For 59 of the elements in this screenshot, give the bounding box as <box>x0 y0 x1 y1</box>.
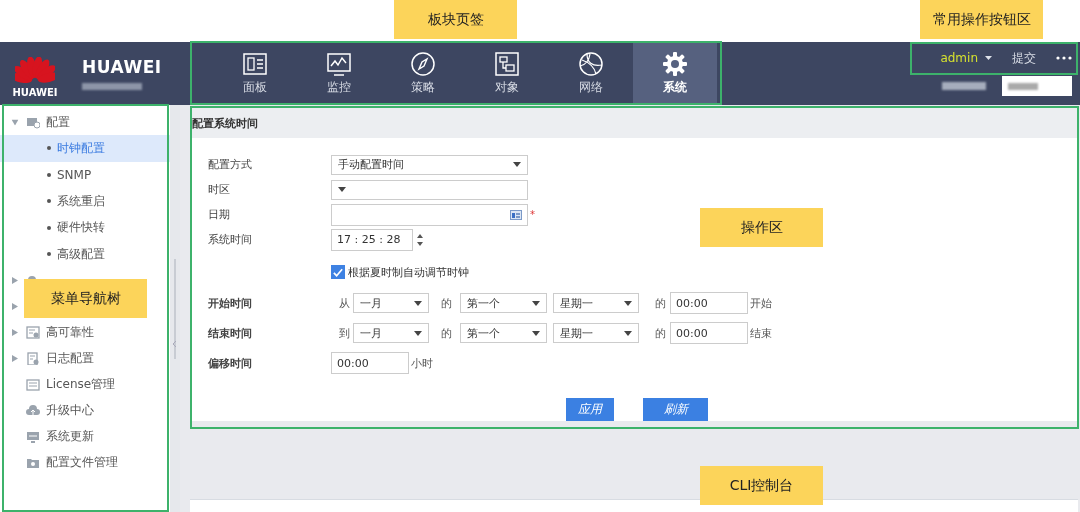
field-label: 配置方式 <box>208 158 252 171</box>
nav-tab[interactable]: 网络 <box>549 42 633 105</box>
checkbox-label: 根据夏时制自动调节时钟 <box>348 264 469 280</box>
action-button[interactable]: 应用 <box>566 398 614 421</box>
action-button[interactable]: 刷新 <box>643 398 708 421</box>
range-word: 的 <box>441 295 452 311</box>
input-field[interactable]: 17 : 25 : 28 <box>331 228 413 251</box>
submenu-item[interactable]: 高级配置 <box>0 241 170 268</box>
field-label: 结束时间 <box>208 326 252 340</box>
callout-label: 操作区 <box>700 208 823 247</box>
range-word: 从 <box>339 295 350 311</box>
submenu-item[interactable]: 硬件快转 <box>0 214 170 241</box>
input-field[interactable]: 00:00 <box>670 322 748 344</box>
input-field[interactable]: 00:00 <box>670 292 748 314</box>
dropdown[interactable]: 一月 <box>353 323 429 343</box>
menu-item[interactable]: License管理 <box>46 376 116 393</box>
unit-label: 小时 <box>411 355 433 371</box>
brand-name: HUAWEI <box>82 57 162 77</box>
field-label: 偏移时间 <box>208 356 252 370</box>
nav-tab[interactable]: 对象 <box>465 42 549 105</box>
callout-label: CLI控制台 <box>700 466 823 505</box>
menu-item[interactable]: 配置文件管理 <box>46 454 118 471</box>
menu-item[interactable]: 高可靠性 <box>46 324 94 341</box>
nav-tab[interactable]: 监控 <box>297 42 381 105</box>
menu-item[interactable]: 系统更新 <box>46 428 94 445</box>
required-mark: * <box>530 209 535 220</box>
callout-label: 板块页签 <box>394 0 517 39</box>
dropdown[interactable]: 星期一 <box>553 323 639 343</box>
logo-caption: HUAWEI <box>12 87 58 98</box>
callout-label: 菜单导航树 <box>24 279 147 318</box>
submenu-item[interactable]: 系统重启 <box>0 188 170 215</box>
range-word: 的 <box>655 295 666 311</box>
range-word: 到 <box>339 325 350 341</box>
nav-tab[interactable]: 面板 <box>213 42 297 105</box>
field-label: 系统时间 <box>208 233 252 246</box>
dropdown[interactable]: 手动配置时间 <box>331 154 528 175</box>
range-word: 的 <box>441 325 452 341</box>
dropdown[interactable]: 星期一 <box>553 293 639 313</box>
menu-item[interactable]: 升级中心 <box>46 402 94 419</box>
dropdown[interactable]: 第一个 <box>460 293 547 313</box>
field-label: 开始时间 <box>208 296 252 310</box>
range-word: 开始 <box>750 295 772 311</box>
field-label: 日期 <box>208 208 230 221</box>
user-menu[interactable]: admin <box>940 51 992 65</box>
dropdown[interactable]: 一月 <box>353 293 429 313</box>
callout-label: 常用操作按钮区 <box>920 0 1043 39</box>
dropdown[interactable]: 第一个 <box>460 323 547 343</box>
range-word: 结束 <box>750 325 772 341</box>
range-word: 的 <box>655 325 666 341</box>
submenu-item[interactable]: 时钟配置 <box>0 135 170 162</box>
nav-tab[interactable]: 策略 <box>381 42 465 105</box>
submenu-item[interactable]: SNMP <box>0 161 170 188</box>
field-label: 时区 <box>208 183 230 196</box>
submit-link[interactable]: 提交 <box>1012 49 1036 67</box>
panel-title: 配置系统时间 <box>190 108 1078 138</box>
nav-tab[interactable]: 系统 <box>633 42 717 105</box>
menu-item[interactable]: 配置 <box>46 113 70 131</box>
input-field[interactable]: 00:00 <box>331 352 409 374</box>
menu-item[interactable]: 日志配置 <box>46 350 94 367</box>
